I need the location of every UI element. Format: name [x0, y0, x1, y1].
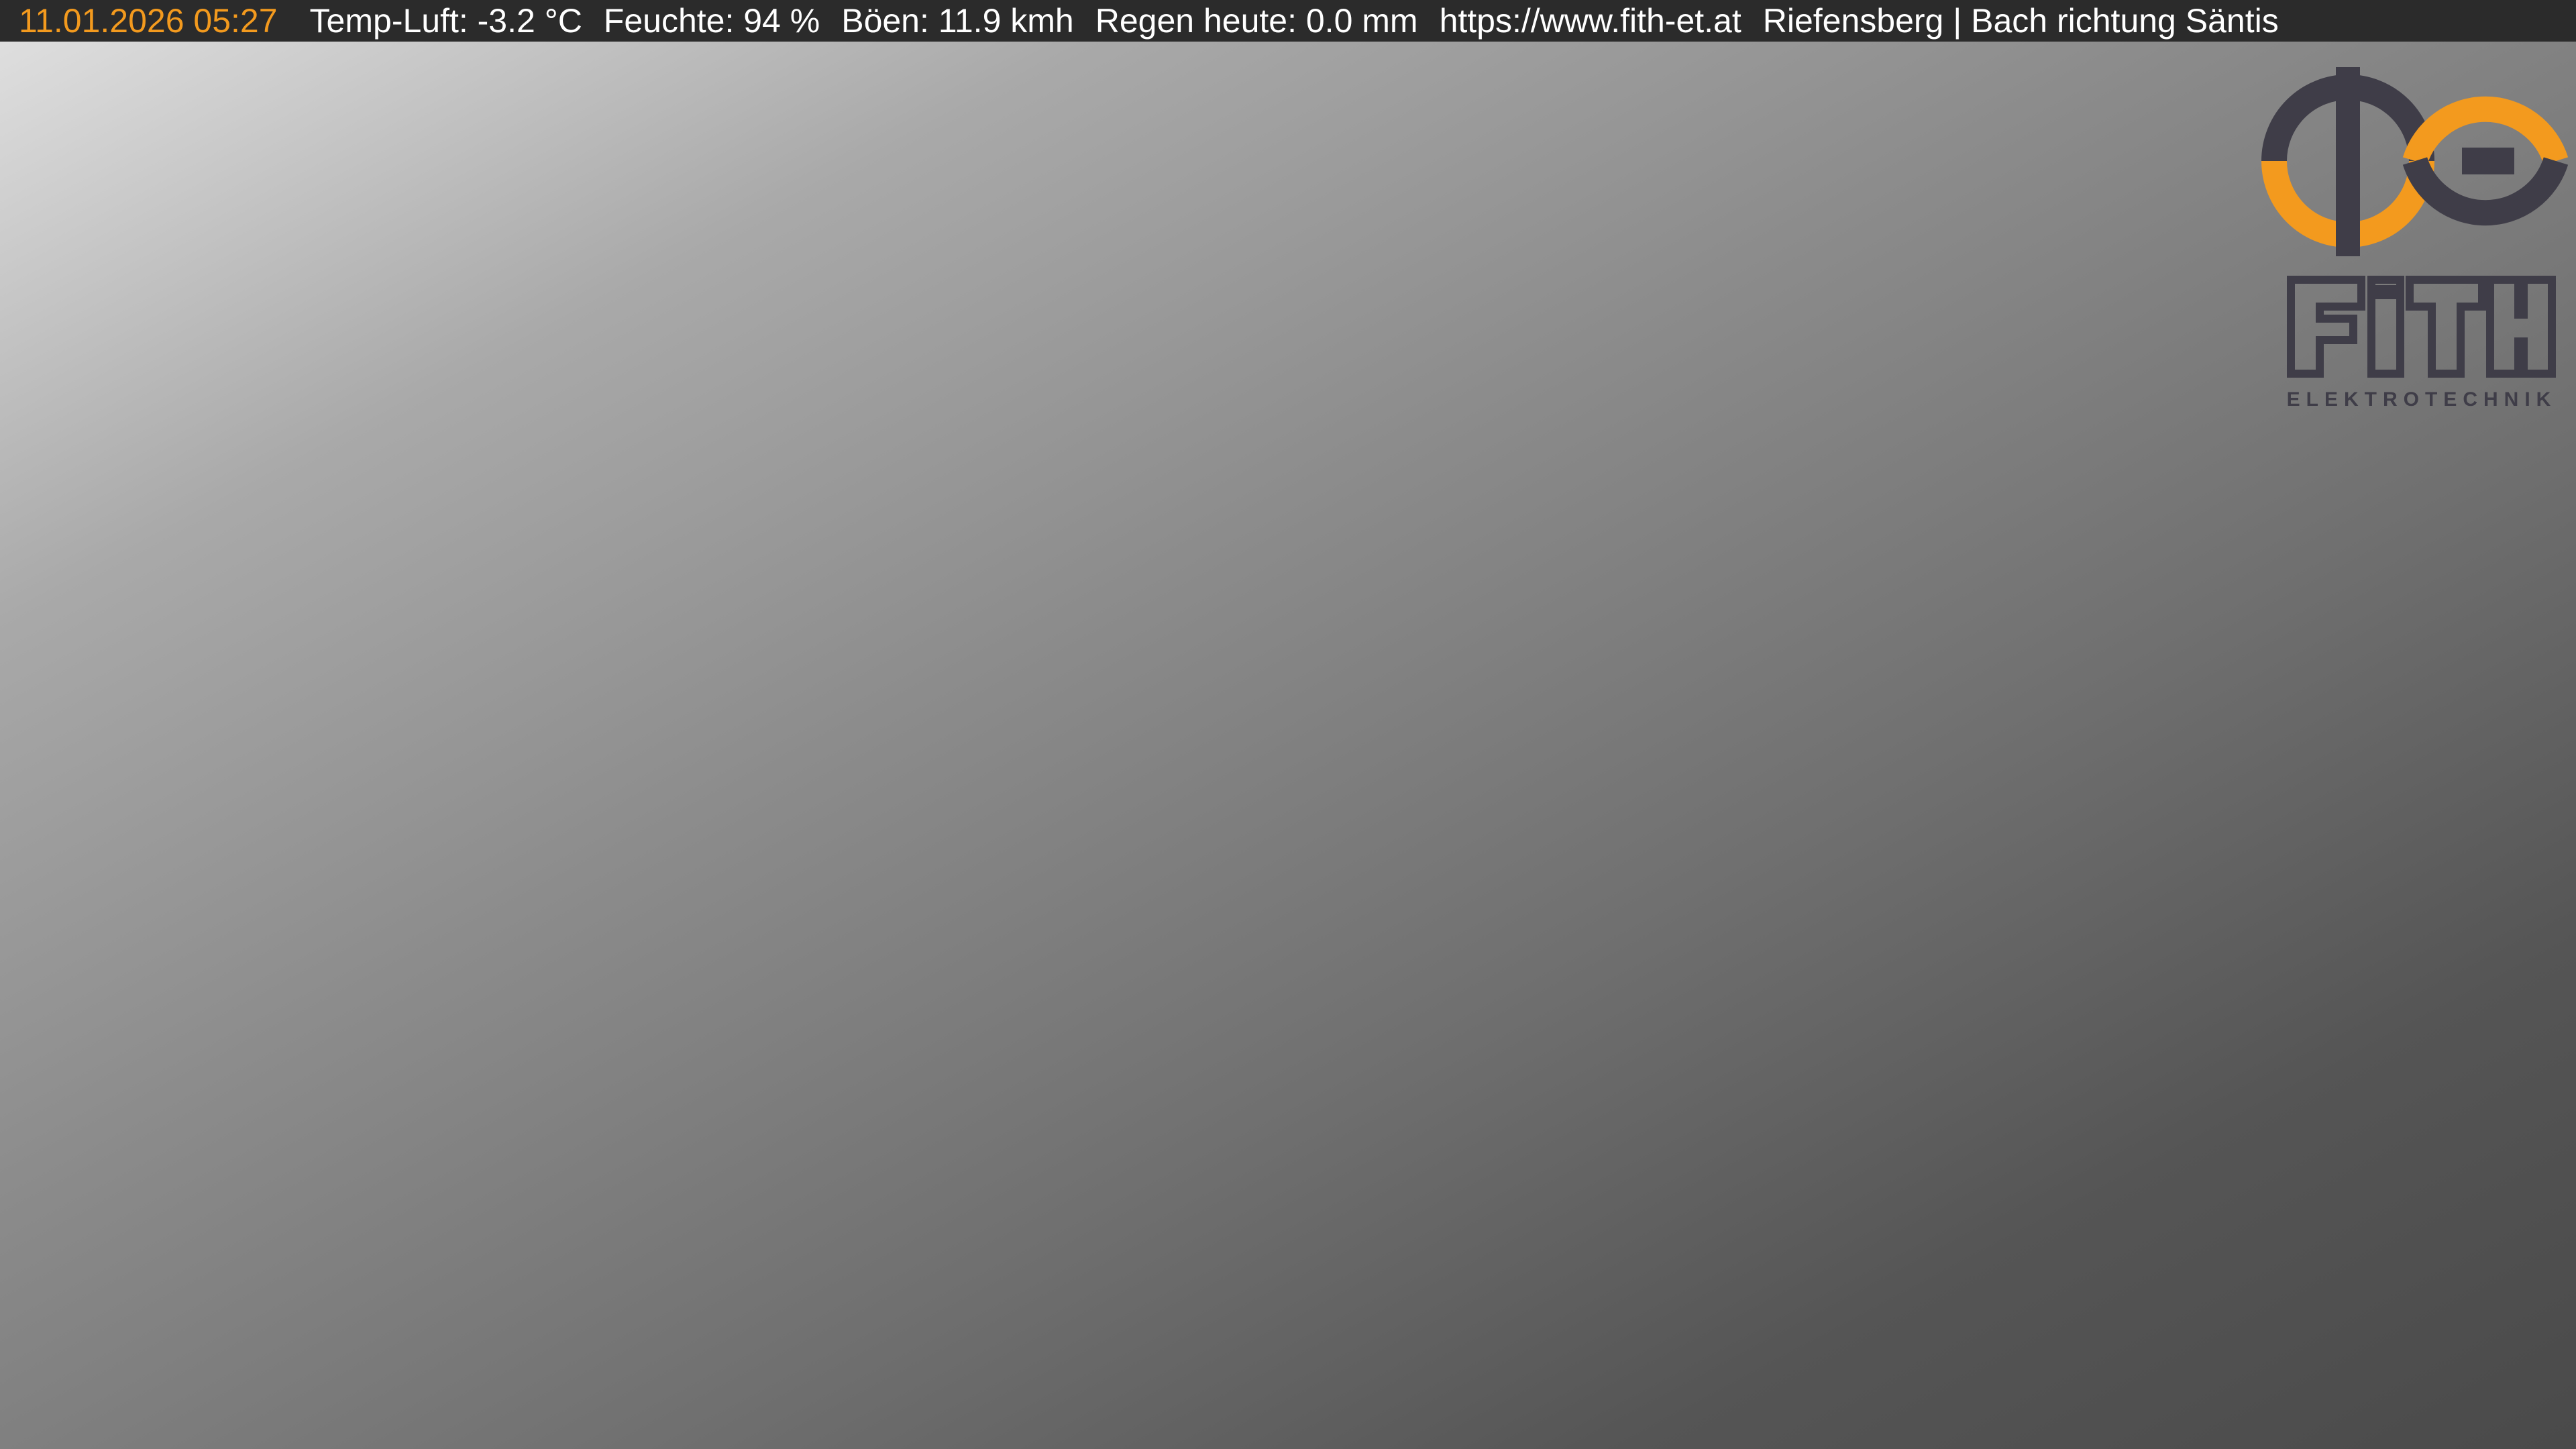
webcam-image: 11.01.2026 05:27 Temp-Luft: -3.2 °C Feuc…	[0, 0, 2576, 1449]
fith-logo: ELEKTROTECHNIK	[2261, 67, 2569, 411]
temperature-reading: Temp-Luft: -3.2 °C	[309, 2, 582, 40]
rain-reading: Regen heute: 0.0 mm	[1095, 2, 1418, 40]
location-label: Riefensberg | Bach richtung Säntis	[1762, 2, 2279, 40]
logo-dash	[2462, 148, 2514, 174]
humidity-reading: Feuchte: 94 %	[603, 2, 820, 40]
logo-wordmark	[2287, 276, 2556, 378]
info-overlay-bar: 11.01.2026 05:27 Temp-Luft: -3.2 °C Feuc…	[0, 0, 2576, 42]
logo-subtitle: ELEKTROTECHNIK	[2287, 388, 2557, 411]
timestamp: 11.01.2026 05:27	[19, 2, 278, 40]
logo-phi-stem	[2336, 67, 2360, 256]
website-url: https://www.fith-et.at	[1439, 2, 1741, 40]
gusts-reading: Böen: 11.9 kmh	[841, 2, 1074, 40]
